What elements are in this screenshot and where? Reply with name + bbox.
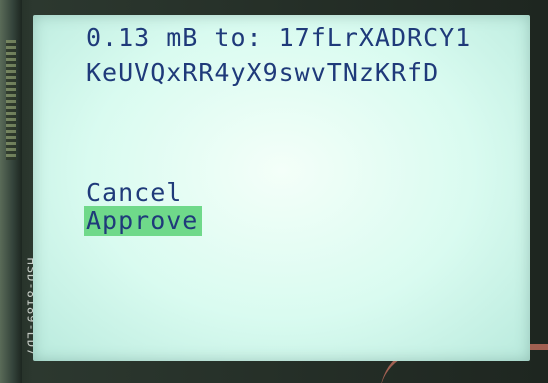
transaction-line-1: 0.13 mB to: 17fLrXADRCY1 <box>86 23 472 52</box>
pin-connector <box>6 40 16 160</box>
approve-option[interactable]: Approve <box>84 206 203 236</box>
module-edge: HSD-8189-LD7 <box>0 0 38 383</box>
lcd-screen: 0.13 mB to: 17fLrXADRCY1 KeUVQxRR4yX9swv… <box>33 15 530 361</box>
transaction-line-2: KeUVQxRR4yX9swvTNzKRfD <box>86 58 440 87</box>
device-photo: HSD-8189-LD7 0.13 mB to: 17fLrXADRCY1 Ke… <box>0 0 548 383</box>
cancel-option[interactable]: Cancel <box>86 178 182 208</box>
